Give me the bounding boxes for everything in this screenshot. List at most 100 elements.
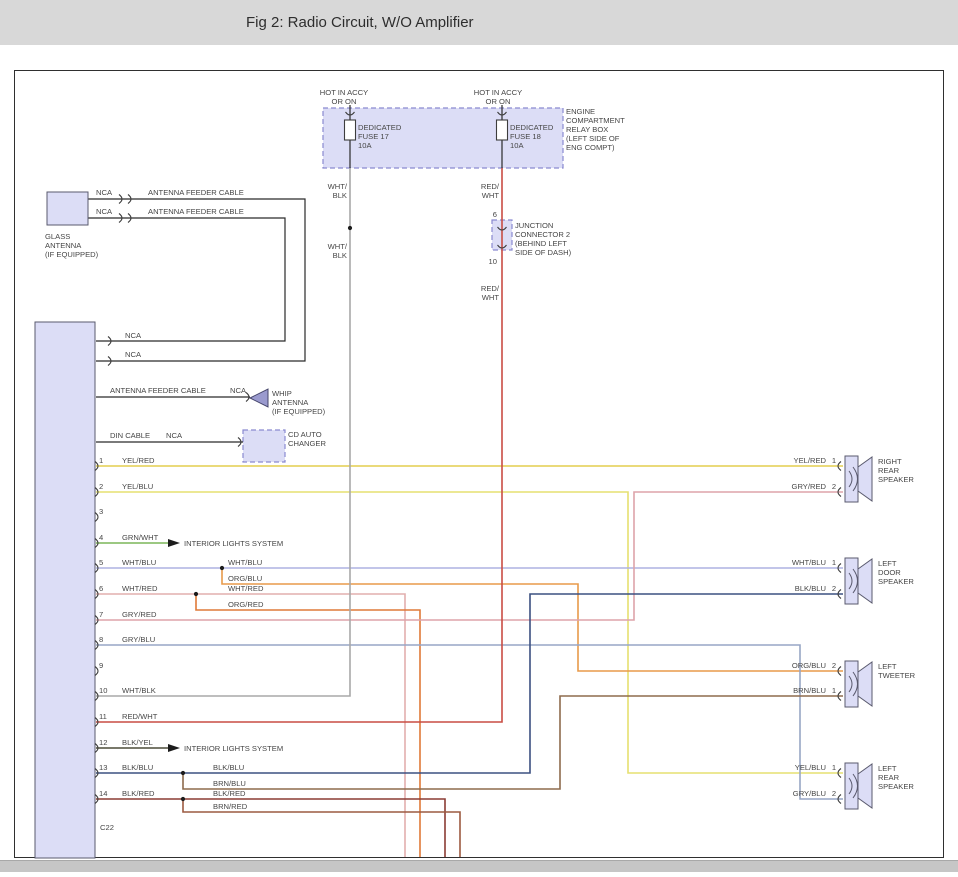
splice-wire-label: BLK/RED [213, 789, 246, 798]
splice-wire-label: ORG/BLU [228, 574, 262, 583]
speaker-name-line: REAR [878, 466, 900, 475]
nca-label: NCA [125, 350, 142, 359]
radio-pin-wire-label: RED/WHT [122, 712, 158, 721]
speaker-name-line: DOOR [878, 568, 901, 577]
left-door-speaker-icon [845, 558, 872, 604]
splice-wire-label: BRN/BLU [213, 779, 246, 788]
whip-antenna-label: WHIP [272, 389, 292, 398]
radio-pin-wire-label: BLK/RED [122, 789, 155, 798]
left-tweeter-icon [845, 661, 872, 707]
speaker-name-line: SPEAKER [878, 577, 914, 586]
splice-wire-label: WHT/BLU [228, 558, 262, 567]
radio-pin-wire-label: GRY/BLU [122, 635, 155, 644]
speaker-pin-wire-label: ORG/BLU [792, 661, 826, 670]
splice-wire-label: ORG/RED [228, 600, 264, 609]
hot-accy-label: OR ON [332, 97, 357, 106]
junction-label: CONNECTOR 2 [515, 230, 570, 239]
speaker-pin-wire-label: WHT/BLU [792, 558, 826, 567]
radio-pin-wire-label: GRY/RED [122, 610, 157, 619]
radio-pin-number: 5 [99, 558, 103, 567]
radio-pin-number: 3 [99, 507, 103, 516]
wire-color-label: RED/ [481, 284, 500, 293]
nca-label: NCA [166, 431, 183, 440]
junction-label: SIDE OF DASH) [515, 248, 572, 257]
feeder-cable-label: ANTENNA FEEDER CABLE [148, 207, 244, 216]
wire-color-label: BLK [333, 191, 347, 200]
hot-accy-label: HOT IN ACCY [474, 88, 522, 97]
radio-pin-number: 9 [99, 661, 103, 670]
fuse17-label: FUSE 17 [358, 132, 389, 141]
speaker-pin-number: 2 [832, 482, 836, 491]
glass-antenna-label: GLASS [45, 232, 70, 241]
radio-pin-wire-label: WHT/RED [122, 584, 158, 593]
right-rear-speaker-icon [845, 456, 872, 502]
speaker-pin-number: 1 [832, 456, 836, 465]
cd-changer-label: CD AUTO [288, 430, 322, 439]
wire-color-label: RED/ [481, 182, 500, 191]
radio-pin-number: 2 [99, 482, 103, 491]
speaker-pin-wire-label: GRY/RED [792, 482, 827, 491]
speaker-name-line: REAR [878, 773, 900, 782]
speaker-name-line: LEFT [878, 764, 897, 773]
nca-label: NCA [96, 207, 113, 216]
speaker-name-line: SPEAKER [878, 475, 914, 484]
speaker-name-line: RIGHT [878, 457, 902, 466]
left-rear-speaker-icon [845, 763, 872, 809]
feeder-cable-label: ANTENNA FEEDER CABLE [110, 386, 206, 395]
junction-pin-number: 6 [493, 210, 497, 219]
hot-accy-label: HOT IN ACCY [320, 88, 368, 97]
speaker-pin-number: 1 [832, 686, 836, 695]
horizontal-scrollbar[interactable] [0, 860, 958, 872]
nca-label: NCA [125, 331, 142, 340]
radio-pin-number: 10 [99, 686, 107, 695]
speaker-pin-wire-label: YEL/BLU [795, 763, 826, 772]
relay-box-label: COMPARTMENT [566, 116, 625, 125]
wire-color-label: WHT/ [328, 242, 348, 251]
radio-connector-id: C22 [100, 823, 114, 832]
junction-label: JUNCTION [515, 221, 553, 230]
relay-box-label: (LEFT SIDE OF [566, 134, 620, 143]
interior-lights-label: INTERIOR LIGHTS SYSTEM [184, 539, 283, 548]
radio-pin-wire-label: WHT/BLU [122, 558, 156, 567]
fuse18-label: DEDICATED [510, 123, 554, 132]
glass-antenna-label: (IF EQUIPPED) [45, 250, 99, 259]
radio-pin-wire-label: BLK/BLU [122, 763, 153, 772]
speaker-pin-wire-label: BRN/BLU [793, 686, 826, 695]
wiring-diagram-svg: HOT IN ACCY OR ON HOT IN ACCY OR ON DEDI… [0, 0, 958, 872]
wire-color-label: WHT/ [328, 182, 348, 191]
glass-antenna-box [47, 192, 88, 225]
speaker-pin-number: 2 [832, 661, 836, 670]
radio-pin-wire-label: YEL/RED [122, 456, 155, 465]
diagram-canvas: HOT IN ACCY OR ON HOT IN ACCY OR ON DEDI… [0, 0, 958, 872]
cd-changer-label: CHANGER [288, 439, 326, 448]
hot-accy-label: OR ON [486, 97, 511, 106]
speaker-pin-number: 2 [832, 789, 836, 798]
cd-changer-box [243, 430, 285, 462]
radio-pin-number: 11 [99, 712, 107, 721]
radio-pin-number: 14 [99, 789, 107, 798]
splice-wire-label: BLK/BLU [213, 763, 244, 772]
relay-box-label: ENG COMPT) [566, 143, 615, 152]
fuse17-label: 10A [358, 141, 372, 150]
junction-label: (BEHIND LEFT [515, 239, 567, 248]
nca-label: NCA [230, 386, 247, 395]
radio-pin-number: 12 [99, 738, 107, 747]
whip-antenna-label: (IF EQUIPPED) [272, 407, 326, 416]
radio-pin-wire-label: WHT/BLK [122, 686, 156, 695]
speaker-name-line: TWEETER [878, 671, 916, 680]
relay-box-label: RELAY BOX [566, 125, 608, 134]
speaker-pin-number: 2 [832, 584, 836, 593]
speaker-name-line: SPEAKER [878, 782, 914, 791]
speaker-name-line: LEFT [878, 559, 897, 568]
junction-pin-number: 10 [489, 257, 497, 266]
speaker-pin-number: 1 [832, 763, 836, 772]
radio-pin-number: 6 [99, 584, 103, 593]
radio-pin-number: 1 [99, 456, 103, 465]
nca-label: NCA [96, 188, 113, 197]
feeder-cable-label: ANTENNA FEEDER CABLE [148, 188, 244, 197]
radio-pin-wire-label: GRN/WHT [122, 533, 159, 542]
relay-box-label: ENGINE [566, 107, 595, 116]
wire-color-label: BLK [333, 251, 347, 260]
speaker-pin-wire-label: GRY/BLU [793, 789, 826, 798]
radio-unit-box [35, 322, 95, 858]
